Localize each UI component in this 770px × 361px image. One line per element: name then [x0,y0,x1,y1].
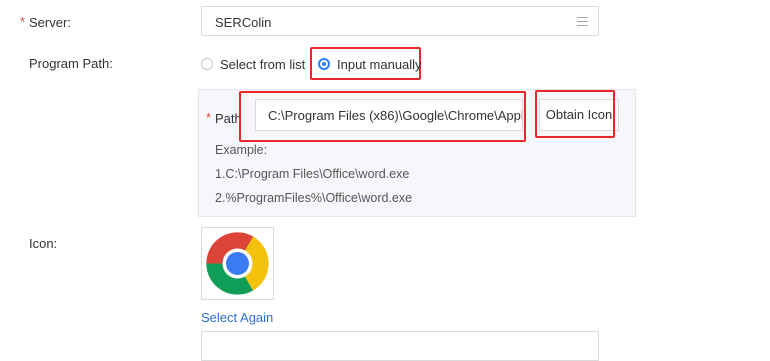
radio-button-selected[interactable] [318,58,330,70]
radio-input-manually[interactable]: Input manually [317,57,422,73]
example-line: 1.C:\Program Files\Office\word.exe [215,167,410,181]
program-path-label: Program Path: [29,56,113,71]
chrome-icon [206,232,269,295]
example-title: Example: [215,143,268,157]
required-mark: * [206,110,212,125]
highlight-box [535,90,615,138]
server-label: Server: [29,15,71,30]
radio-label: Select from list [220,57,306,72]
icon-preview [201,227,274,300]
radio-label: Input manually [337,57,422,72]
required-mark: * [20,14,26,29]
path-label: Path [215,111,242,126]
radio-button[interactable] [201,58,213,70]
list-icon[interactable] [577,17,588,26]
server-value: SERColin [215,15,272,30]
select-again-link[interactable]: Select Again [201,310,273,325]
example-line: 2.%ProgramFiles%\Office\word.exe [215,191,413,205]
icon-label: Icon: [29,236,58,251]
radio-select-from-list[interactable]: Select from list [200,57,305,73]
highlight-box [239,91,526,142]
server-select[interactable]: SERColin [201,6,599,36]
next-field[interactable] [201,331,599,361]
